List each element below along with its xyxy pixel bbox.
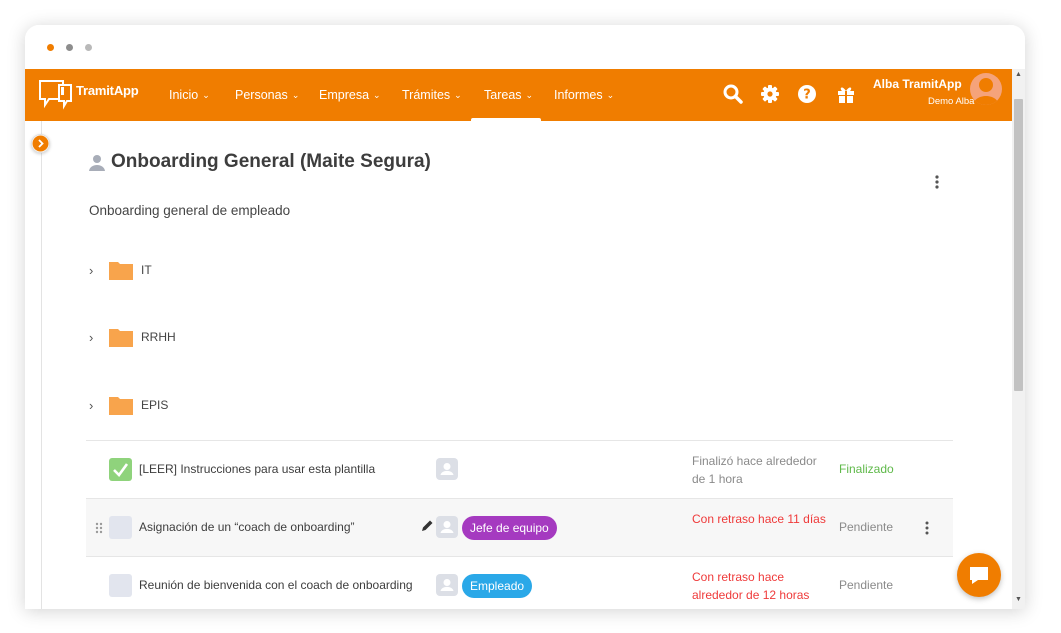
- task-title[interactable]: [LEER] Instrucciones para usar esta plan…: [139, 462, 375, 476]
- folder-icon: [109, 395, 133, 415]
- user-avatar[interactable]: [970, 73, 1002, 105]
- chat-button[interactable]: [957, 553, 1001, 597]
- task-due-text: Con retraso hace alrededor de 12 horas: [692, 570, 810, 602]
- task-row[interactable]: [LEER] Instrucciones para usar esta plan…: [86, 440, 953, 498]
- task-checkbox[interactable]: [109, 516, 132, 539]
- help-icon[interactable]: ?: [796, 83, 818, 105]
- window-minimize-dot[interactable]: [66, 44, 73, 51]
- chevron-down-icon: ⌄: [202, 90, 210, 100]
- assignee-placeholder-icon[interactable]: [436, 574, 458, 596]
- search-icon[interactable]: [722, 83, 744, 105]
- task-row[interactable]: Asignación de un “coach de onboarding” J…: [86, 498, 953, 556]
- task-status: Finalizado: [839, 462, 894, 476]
- task-checkbox-checked[interactable]: [109, 458, 132, 481]
- row-more-options-icon[interactable]: [924, 520, 930, 536]
- gift-icon[interactable]: [835, 83, 857, 105]
- top-navbar: TramitApp Inicio ⌄ Personas ⌄ Empresa ⌄ Trá…: [25, 69, 1012, 121]
- assignee-placeholder-icon[interactable]: [436, 516, 458, 538]
- sidebar-expand-button[interactable]: [31, 134, 50, 153]
- svg-text:?: ?: [803, 88, 811, 103]
- task-due-text: Con retraso hace 11 días: [692, 512, 826, 526]
- task-status: Pendiente: [839, 578, 894, 592]
- scroll-down-arrow-icon[interactable]: ▼: [1015, 596, 1022, 603]
- avatar-person-icon: [973, 78, 999, 105]
- role-badge[interactable]: Empleado: [462, 574, 533, 598]
- chevron-down-icon: ⌄: [291, 90, 300, 100]
- task-row[interactable]: Reunión de bienvenida con el coach de on…: [86, 556, 953, 609]
- scrollbar-thumb[interactable]: [1014, 99, 1023, 391]
- person-icon: [89, 154, 105, 171]
- user-name[interactable]: Alba TramitApp: [873, 77, 962, 91]
- chevron-down-icon: ⌄: [606, 90, 615, 100]
- chevron-right-icon: [32, 135, 49, 152]
- nav-tareas[interactable]: Tareas ⌄: [484, 88, 533, 102]
- chevron-right-icon[interactable]: ›: [89, 330, 93, 345]
- more-options-icon[interactable]: [933, 173, 941, 191]
- folder-label: IT: [141, 263, 152, 277]
- chevron-right-icon[interactable]: ›: [89, 263, 93, 278]
- tramitapp-logo[interactable]: TramitApp: [37, 75, 139, 113]
- page-subtitle: Onboarding general de empleado: [89, 203, 291, 218]
- user-company: Demo Alba: [928, 96, 975, 107]
- window-close-dot[interactable]: [47, 44, 54, 51]
- chat-bubble-icon: [970, 567, 988, 584]
- folder-label: EPIS: [141, 398, 169, 412]
- task-status: Pendiente: [839, 520, 894, 534]
- role-badge[interactable]: Jefe de equipo: [462, 516, 557, 540]
- folder-row-it[interactable]: › IT: [89, 259, 289, 285]
- gear-icon[interactable]: [759, 83, 781, 105]
- chevron-down-icon: ⌄: [373, 90, 381, 100]
- nav-personas[interactable]: Personas ⌄: [235, 88, 299, 102]
- sidebar-edge: [41, 121, 42, 609]
- assignee-placeholder-icon[interactable]: [436, 458, 458, 480]
- task-title[interactable]: Asignación de un “coach de onboarding”: [139, 520, 354, 534]
- folder-icon: [109, 260, 133, 280]
- folder-label: RRHH: [141, 330, 176, 344]
- task-title[interactable]: Reunión de bienvenida con el coach de on…: [139, 578, 413, 592]
- page-scrollbar[interactable]: ▲ ▼: [1012, 69, 1025, 609]
- nav-inicio[interactable]: Inicio ⌄: [169, 88, 210, 102]
- check-icon: [113, 463, 129, 477]
- logo-text: TramitApp: [76, 83, 139, 98]
- window-titlebar: [25, 25, 1025, 69]
- active-tab-indicator: [471, 118, 541, 121]
- browser-window: TramitApp Inicio ⌄ Personas ⌄ Empresa ⌄ Trá…: [25, 25, 1025, 609]
- folder-icon: [109, 327, 133, 347]
- window-maximize-dot[interactable]: [85, 44, 92, 51]
- nav-tramites[interactable]: Trámites ⌄: [402, 88, 462, 102]
- chevron-down-icon: ⌄: [454, 90, 462, 100]
- task-due-text: Finalizó hace alrededor de 1 hora: [692, 454, 817, 486]
- nav-empresa[interactable]: Empresa ⌄: [319, 88, 381, 102]
- task-checkbox[interactable]: [109, 574, 132, 597]
- scroll-up-arrow-icon[interactable]: ▲: [1015, 71, 1022, 78]
- page-title: Onboarding General (Maite Segura): [111, 151, 431, 172]
- folder-row-epis[interactable]: › EPIS: [89, 394, 289, 420]
- pencil-edit-icon[interactable]: [421, 519, 434, 532]
- folder-row-rrhh[interactable]: › RRHH: [89, 326, 289, 352]
- chevron-down-icon: ⌄: [525, 90, 534, 100]
- nav-informes[interactable]: Informes ⌄: [554, 88, 614, 102]
- drag-handle-icon[interactable]: [95, 521, 103, 534]
- chevron-right-icon[interactable]: ›: [89, 398, 93, 413]
